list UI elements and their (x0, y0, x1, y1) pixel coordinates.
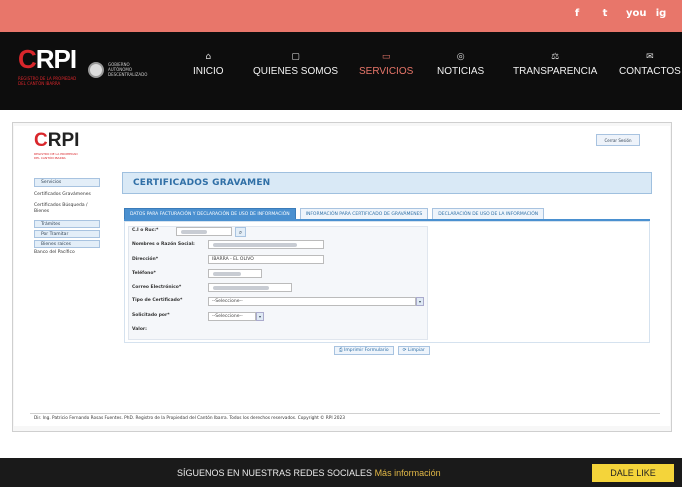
sidebar-item-cert-gravamenes[interactable]: Certificados Gravámenes (34, 192, 100, 198)
government-seal-icon (88, 62, 104, 78)
logout-button[interactable]: Cerrar Sesión (596, 134, 640, 146)
copyright-text: Dir. Ing. Patricio Fernando Rosas Fuente… (34, 416, 345, 421)
more-info-link[interactable]: Más información (375, 468, 441, 478)
tab-facturacion[interactable]: DATOS PARA FACTURACIÓN Y DECLARACIÓN DE … (124, 208, 296, 219)
document-icon: ▢ (291, 52, 300, 62)
site-logo-subtitle: REGISTRO DE LA PROPIEDAD DEL CANTÓN IBAR… (18, 76, 77, 86)
nav-servicios[interactable]: ▭ SERVICIOS (359, 52, 413, 77)
nav-quienes-somos[interactable]: ▢ QUIENES SOMOS (253, 52, 338, 77)
form-actions: ⎙ Imprimir Formulario ⟳ Limpiar (334, 346, 430, 355)
nav-inicio[interactable]: ⌂ INICIO (193, 52, 224, 77)
chevron-down-icon[interactable]: ▾ (416, 297, 424, 306)
correo-label: Correo Electrónico* (132, 285, 182, 290)
facebook-icon[interactable]: f (570, 8, 584, 19)
follow-text: SÍGUENOS EN NUESTRAS REDES SOCIALES Más … (177, 468, 441, 478)
nav-transparencia[interactable]: ⚖ TRANSPARENCIA (513, 52, 597, 77)
tab-declaracion[interactable]: DECLARACIÓN DE USO DE LA INFORMACIÓN (432, 208, 545, 219)
site-header: CRPI REGISTRO DE LA PROPIEDAD DEL CANTÓN… (0, 32, 682, 110)
sidebar-item-por-tramitar[interactable]: Por Tramitar (34, 230, 100, 238)
search-icon[interactable]: ⌕ (235, 227, 246, 237)
nombres-input[interactable] (208, 240, 324, 249)
home-icon: ⌂ (205, 52, 212, 62)
government-name: GOBIERNO AUTÓNOMO DESCENTRALIZADO (108, 62, 148, 77)
tipo-certificado-select[interactable]: --Seleccione-- (208, 297, 416, 306)
clear-button[interactable]: ⟳ Limpiar (397, 346, 430, 355)
ci-label: C.I o Ruc:* (132, 228, 159, 233)
solicitado-label: Solicitado por* (132, 313, 170, 318)
page-title-bar: CERTIFICADOS GRAVAMEN (122, 172, 652, 194)
chevron-down-icon[interactable]: ▾ (256, 312, 264, 321)
direccion-input[interactable]: IBARRA - EL OLIVO (208, 255, 324, 264)
mail-icon: ✉ (646, 52, 654, 62)
social-links: f t you ig (570, 8, 668, 19)
social-footer: SÍGUENOS EN NUESTRAS REDES SOCIALES Más … (0, 458, 682, 487)
print-form-button[interactable]: ⎙ Imprimir Formulario (334, 346, 394, 355)
page-title: CERTIFICADOS GRAVAMEN (133, 178, 271, 188)
sidebar-item-tramites[interactable]: Trámites (34, 220, 100, 228)
direccion-label: Dirección* (132, 257, 159, 262)
top-social-bar: f t you ig (0, 0, 682, 32)
tipo-certificado-label: Tipo de Certificado* (132, 298, 183, 303)
like-button[interactable]: DALE LIKE (592, 464, 674, 482)
globe-icon: ◎ (456, 52, 465, 62)
nav-noticias[interactable]: ◎ NOTICIAS (437, 52, 484, 77)
youtube-icon[interactable]: you (626, 8, 647, 19)
sidebar-item-bienes[interactable]: Bienes raíces (34, 240, 100, 248)
correo-input[interactable] (208, 283, 292, 292)
solicitado-select[interactable]: --Seleccione-- (208, 312, 256, 321)
form-tabs: DATOS PARA FACTURACIÓN Y DECLARACIÓN DE … (124, 208, 545, 219)
twitter-icon[interactable]: t (598, 8, 612, 19)
instagram-icon[interactable]: ig (654, 8, 668, 19)
scale-icon: ⚖ (551, 52, 560, 62)
tab-info-certificado[interactable]: INFORMACIÓN PARA CERTIFICADO DE GRAVÁMEN… (299, 208, 429, 219)
footer-divider (30, 413, 660, 414)
sidebar-item-banco[interactable]: Banco del Pacífico (34, 250, 100, 256)
site-logo[interactable]: CRPI (18, 44, 77, 75)
folder-icon: ▭ (381, 52, 391, 62)
sidebar-item-cert-busqueda[interactable]: Certificados Búsqueda / Bienes (34, 203, 100, 215)
app-logo: CRPI REGISTRO DE LA PROPIEDAD DEL CANTÓN… (34, 130, 80, 160)
telefono-input[interactable] (208, 269, 262, 278)
telefono-label: Teléfono* (132, 271, 156, 276)
nav-contactos[interactable]: ✉ CONTACTOS (619, 52, 681, 77)
ci-input[interactable] (176, 227, 232, 236)
sidebar-item-servicios[interactable]: Servicios (34, 178, 100, 187)
nombres-label: Nombres o Razón Social: (132, 242, 195, 247)
valor-label: Valor: (132, 327, 147, 332)
sidebar: Servicios Certificados Gravámenes Certif… (34, 178, 100, 261)
